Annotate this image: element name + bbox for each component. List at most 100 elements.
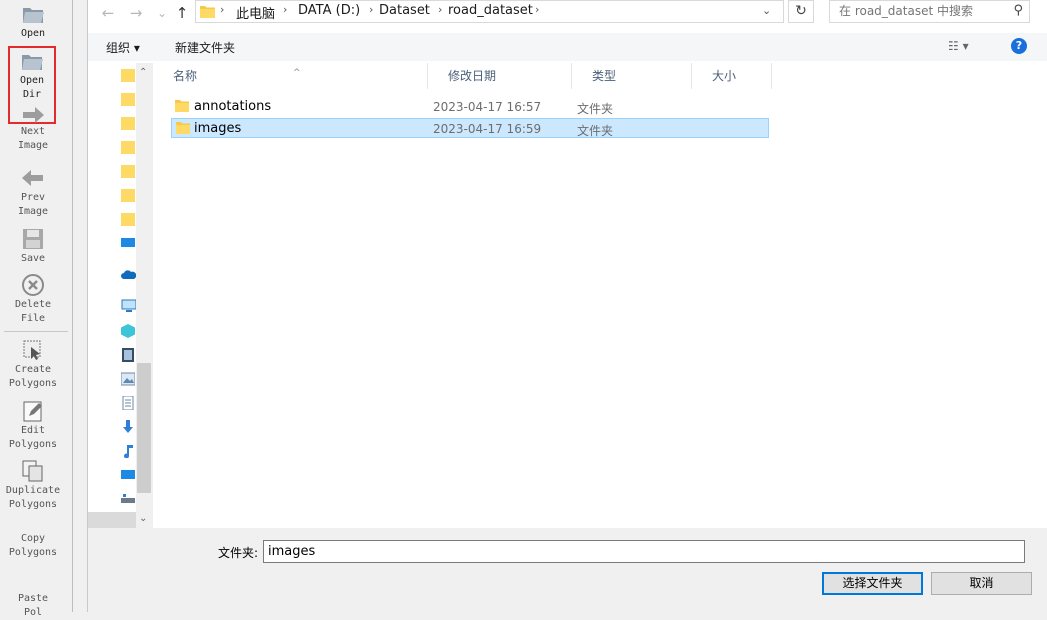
prev-image-tool[interactable]: Prev Image bbox=[0, 166, 66, 219]
breadcrumb-chevron-icon: › bbox=[369, 3, 374, 16]
quick-access-folder-icon[interactable] bbox=[121, 68, 135, 82]
duplicate-polygons-label-2: Polygons bbox=[8, 499, 58, 510]
quick-access-folder-icon[interactable] bbox=[121, 140, 135, 154]
cancel-button[interactable]: 取消 bbox=[931, 572, 1032, 595]
quick-access-folder-icon[interactable] bbox=[121, 92, 135, 106]
duplicate-polygons-label-1: Duplicate bbox=[5, 485, 61, 496]
open-dir-label-2: Dir bbox=[22, 89, 42, 100]
breadcrumb-data-drive[interactable]: DATA (D:) bbox=[298, 3, 360, 18]
recent-dropdown-icon[interactable]: ⌄ bbox=[152, 3, 172, 23]
help-icon[interactable]: ? bbox=[1011, 38, 1027, 54]
scrollbar-thumb[interactable] bbox=[137, 363, 151, 493]
delete-x-circle-icon bbox=[22, 274, 44, 296]
copy-polygons-tool[interactable]: Copy Polygons bbox=[0, 532, 66, 560]
3d-objects-icon[interactable] bbox=[121, 324, 135, 338]
paste-polygons-tool[interactable]: Paste Pol bbox=[0, 592, 66, 620]
quick-access-folder-icon[interactable] bbox=[121, 188, 135, 202]
pictures-icon[interactable] bbox=[121, 372, 135, 386]
folder-label: 文件夹: bbox=[218, 546, 259, 560]
search-input[interactable] bbox=[837, 3, 1011, 19]
open-folder-icon bbox=[23, 8, 44, 23]
back-arrow-icon[interactable]: ← bbox=[98, 3, 118, 23]
new-folder-button[interactable]: 新建文件夹 bbox=[175, 39, 235, 56]
column-header-type-label: 类型 bbox=[592, 69, 617, 83]
edit-polygons-label-2: Polygons bbox=[8, 439, 58, 450]
desktop-icon[interactable] bbox=[121, 236, 135, 250]
open-tool[interactable]: Open bbox=[0, 2, 66, 41]
search-icon: ⚲ bbox=[1013, 3, 1023, 18]
file-name: annotations bbox=[194, 99, 272, 114]
create-polygons-label-1: Create bbox=[14, 364, 52, 375]
prev-image-label-1: Prev bbox=[20, 192, 46, 203]
file-modified: 2023-04-17 16:57 bbox=[433, 100, 542, 114]
documents-icon[interactable] bbox=[121, 396, 135, 410]
organize-menu[interactable]: 组织 ▾ bbox=[106, 39, 140, 56]
select-folder-button[interactable]: 选择文件夹 bbox=[822, 572, 923, 595]
delete-file-label-1: Delete bbox=[14, 299, 52, 310]
copy-polygons-label-2: Polygons bbox=[8, 547, 58, 558]
quick-access-folder-icon[interactable] bbox=[121, 212, 135, 226]
downloads-icon[interactable] bbox=[121, 420, 135, 434]
edit-polygons-tool[interactable]: Edit Polygons bbox=[0, 399, 66, 452]
onedrive-cloud-icon[interactable] bbox=[121, 267, 137, 281]
delete-file-tool[interactable]: Delete File bbox=[0, 273, 66, 326]
breadcrumb-this-pc[interactable]: 此电脑 bbox=[236, 3, 275, 22]
paste-polygons-label-1: Paste bbox=[17, 593, 49, 604]
navigation-bar: ← → ⌄ ↑ › 此电脑 › DATA (D:) › Dataset › ro… bbox=[88, 0, 1047, 26]
view-options-icon[interactable]: ☷ ▾ bbox=[948, 39, 969, 53]
navigation-pane-hscroll[interactable] bbox=[88, 512, 136, 528]
search-box[interactable]: ⚲ bbox=[829, 0, 1030, 23]
duplicate-polygons-tool[interactable]: Duplicate Polygons bbox=[0, 459, 66, 512]
edit-pencil-icon bbox=[23, 401, 42, 422]
forward-arrow-icon[interactable]: → bbox=[126, 3, 146, 23]
music-icon[interactable] bbox=[121, 444, 135, 458]
copy-polygons-label-1: Copy bbox=[20, 533, 46, 544]
up-arrow-icon[interactable]: ↑ bbox=[172, 3, 192, 23]
command-bar: 组织 ▾ 新建文件夹 ☷ ▾ ? bbox=[88, 33, 1047, 61]
scroll-down-icon[interactable]: ⌄ bbox=[139, 513, 147, 524]
drive-icon[interactable] bbox=[121, 492, 135, 506]
column-header-size[interactable]: 大小 bbox=[692, 63, 772, 89]
file-row-images[interactable]: images 2023-04-17 16:59 文件夹 bbox=[171, 118, 769, 138]
duplicate-icon bbox=[22, 460, 43, 482]
file-row-annotations[interactable]: annotations 2023-04-17 16:57 文件夹 bbox=[171, 97, 769, 117]
videos-icon[interactable] bbox=[121, 348, 135, 362]
file-list: ^ 名称 修改日期 类型 大小 annotations 2023-04-17 1… bbox=[153, 63, 1047, 528]
this-pc-icon[interactable] bbox=[121, 299, 137, 313]
column-header-type[interactable]: 类型 bbox=[572, 63, 692, 89]
file-type: 文件夹 bbox=[577, 102, 614, 116]
scroll-up-icon[interactable]: ⌃ bbox=[139, 67, 147, 78]
folder-icon bbox=[176, 122, 190, 134]
column-header-name[interactable]: ^ 名称 bbox=[153, 63, 428, 89]
save-disk-icon bbox=[23, 229, 43, 249]
file-modified: 2023-04-17 16:59 bbox=[433, 122, 542, 136]
open-dir-label-1: Open bbox=[19, 75, 45, 86]
arrow-left-icon bbox=[22, 170, 43, 186]
navigation-pane-scrollbar[interactable]: ⌃ ⌄ bbox=[136, 63, 153, 528]
next-image-tool[interactable]: Next Image bbox=[0, 106, 66, 153]
breadcrumb-chevron-icon: › bbox=[535, 3, 540, 16]
breadcrumb-dataset[interactable]: Dataset bbox=[379, 3, 430, 18]
create-polygons-tool[interactable]: Create Polygons bbox=[0, 338, 66, 391]
desktop-icon[interactable] bbox=[121, 468, 135, 482]
save-tool[interactable]: Save bbox=[0, 227, 66, 266]
quick-access-folder-icon[interactable] bbox=[121, 164, 135, 178]
file-name: images bbox=[194, 121, 242, 136]
refresh-icon[interactable]: ↻ bbox=[788, 0, 814, 23]
labelme-toolbar: Open Open Dir Next Image Prev Image Save bbox=[0, 0, 73, 618]
paste-polygons-label-2: Pol bbox=[23, 607, 43, 618]
next-image-label-1: Next bbox=[20, 126, 46, 137]
breadcrumb-road-dataset[interactable]: road_dataset bbox=[448, 3, 533, 18]
address-bar[interactable]: › 此电脑 › DATA (D:) › Dataset › road_datas… bbox=[195, 0, 784, 23]
open-dir-icon bbox=[22, 55, 43, 70]
address-dropdown-icon[interactable]: ⌄ bbox=[762, 4, 771, 17]
column-header-row: ^ 名称 修改日期 类型 大小 bbox=[153, 63, 1047, 89]
sort-ascending-icon: ^ bbox=[293, 68, 301, 78]
create-polygon-icon bbox=[23, 340, 41, 360]
folder-name-input[interactable] bbox=[263, 540, 1025, 563]
open-label: Open bbox=[20, 28, 46, 39]
breadcrumb-chevron-icon: › bbox=[438, 3, 443, 16]
select-folder-dialog: ← → ⌄ ↑ › 此电脑 › DATA (D:) › Dataset › ro… bbox=[87, 0, 1047, 612]
quick-access-folder-icon[interactable] bbox=[121, 116, 135, 130]
column-header-modified[interactable]: 修改日期 bbox=[428, 63, 572, 89]
